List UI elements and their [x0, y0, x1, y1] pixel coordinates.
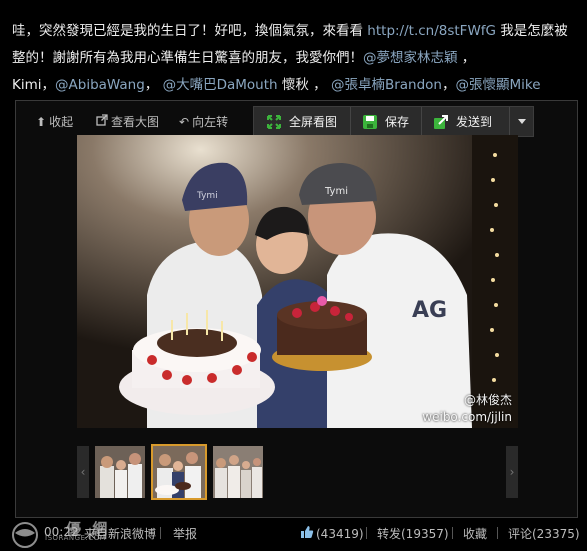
toolbar-divider — [509, 107, 510, 136]
post-time[interactable]: 00:22 — [44, 525, 79, 539]
media-viewer: ⬆ 收起 查看大图 ↶ 向左转 全屏看图 保存 发送到 AG Tymi Tymi… — [15, 100, 578, 518]
report-link[interactable]: 举报 — [173, 525, 197, 542]
shirt-logo-text: AG — [412, 298, 447, 323]
view-large-button[interactable]: 查看大图 — [96, 106, 159, 137]
collapse-button[interactable]: ⬆ 收起 — [36, 106, 73, 137]
main-photo[interactable]: AG Tymi Tymi @林俊杰 weibo.com/jjlin — [77, 135, 518, 428]
footer-divider — [497, 527, 498, 539]
share-icon — [433, 114, 449, 130]
post-text-part: ， — [441, 77, 456, 93]
thumbnail-strip: ‹ › — [16, 444, 577, 502]
post-text: 哇，突然發現已經是我的生日了！好吧，換個氣氛，來看看 http://t.cn/8… — [12, 18, 578, 99]
post-text-part: Kimi， — [12, 77, 56, 93]
site-logo-icon — [12, 522, 38, 548]
footer-divider — [452, 527, 453, 539]
post-text-part: ， — [457, 50, 476, 66]
thumbnail-image-selected[interactable] — [151, 444, 207, 500]
footer-divider — [366, 527, 367, 539]
thumbnail-prev-button[interactable]: ‹ — [77, 446, 89, 498]
save-icon — [362, 114, 378, 130]
like-button[interactable]: (43419) — [300, 525, 364, 542]
like-count: (43419) — [316, 526, 364, 541]
photo-watermark-name: @林俊杰 — [463, 393, 512, 407]
toolbar-divider — [350, 107, 351, 136]
favorite-button[interactable]: 收藏 — [463, 525, 487, 542]
mention-link[interactable]: @夢想家林志穎 — [363, 50, 458, 66]
mention-link[interactable]: @AbibaWang — [55, 77, 145, 93]
fullscreen-label: 全屏看图 — [289, 115, 338, 129]
thumbnail-illustration — [213, 446, 263, 498]
mention-link[interactable]: @張懷顯Mike — [455, 77, 540, 93]
mention-link[interactable]: @張卓楠Brandon — [331, 77, 442, 93]
post-text-part: 懷秋 ， — [277, 77, 331, 93]
cap-text: Tymi — [196, 191, 218, 201]
media-toolbar: ⬆ 收起 查看大图 ↶ 向左转 全屏看图 保存 发送到 — [16, 106, 577, 137]
post-text-part: ， — [144, 77, 163, 93]
rotate-left-button[interactable]: ↶ 向左转 — [179, 106, 228, 137]
send-to-button[interactable]: 发送到 — [433, 107, 492, 136]
thumbnail-illustration — [95, 446, 145, 498]
thumbnail-image[interactable] — [95, 446, 145, 498]
send-to-label: 发送到 — [456, 115, 493, 129]
save-label: 保存 — [385, 115, 410, 129]
view-large-label: 查看大图 — [111, 115, 160, 129]
site-watermark-logo — [4, 520, 46, 550]
mention-link[interactable]: @大嘴巴DaMouth — [163, 77, 278, 93]
post-footer: 優 網 ISORANGE.COM 00:22 来自新浪微博 举报 (43419)… — [0, 520, 587, 551]
comment-button[interactable]: 评论(23375) — [508, 525, 580, 542]
thumbnail-illustration — [153, 446, 205, 498]
thumbs-up-icon — [300, 525, 314, 542]
repost-button[interactable]: 转发(19357) — [377, 525, 449, 542]
up-arrow-icon: ⬆ — [36, 114, 47, 129]
photo-watermark-url: weibo.com/jjlin — [422, 410, 512, 424]
fullscreen-button[interactable]: 全屏看图 — [266, 107, 337, 136]
post-text-part: 哇，突然發現已經是我的生日了！好吧，換個氣氛，來看看 — [12, 23, 368, 39]
cap-text: Tymi — [324, 186, 348, 197]
footer-divider — [160, 527, 161, 539]
action-button-group: 全屏看图 保存 发送到 — [253, 106, 534, 137]
toolbar-divider — [421, 107, 422, 136]
external-view-icon — [96, 114, 108, 129]
thumbnail-next-button[interactable]: › — [506, 446, 518, 498]
fullscreen-icon — [266, 114, 282, 130]
chevron-down-icon[interactable] — [518, 119, 526, 124]
rotate-left-label: 向左转 — [192, 115, 229, 129]
post-link[interactable]: http://t.cn/8stFWfG — [367, 23, 496, 39]
collapse-label: 收起 — [49, 115, 74, 129]
thumbnail-image[interactable] — [213, 446, 263, 498]
rotate-left-icon: ↶ — [179, 114, 190, 129]
save-button[interactable]: 保存 — [362, 107, 409, 136]
photo-illustration: AG Tymi Tymi — [77, 135, 518, 428]
post-source[interactable]: 来自新浪微博 — [84, 525, 156, 542]
